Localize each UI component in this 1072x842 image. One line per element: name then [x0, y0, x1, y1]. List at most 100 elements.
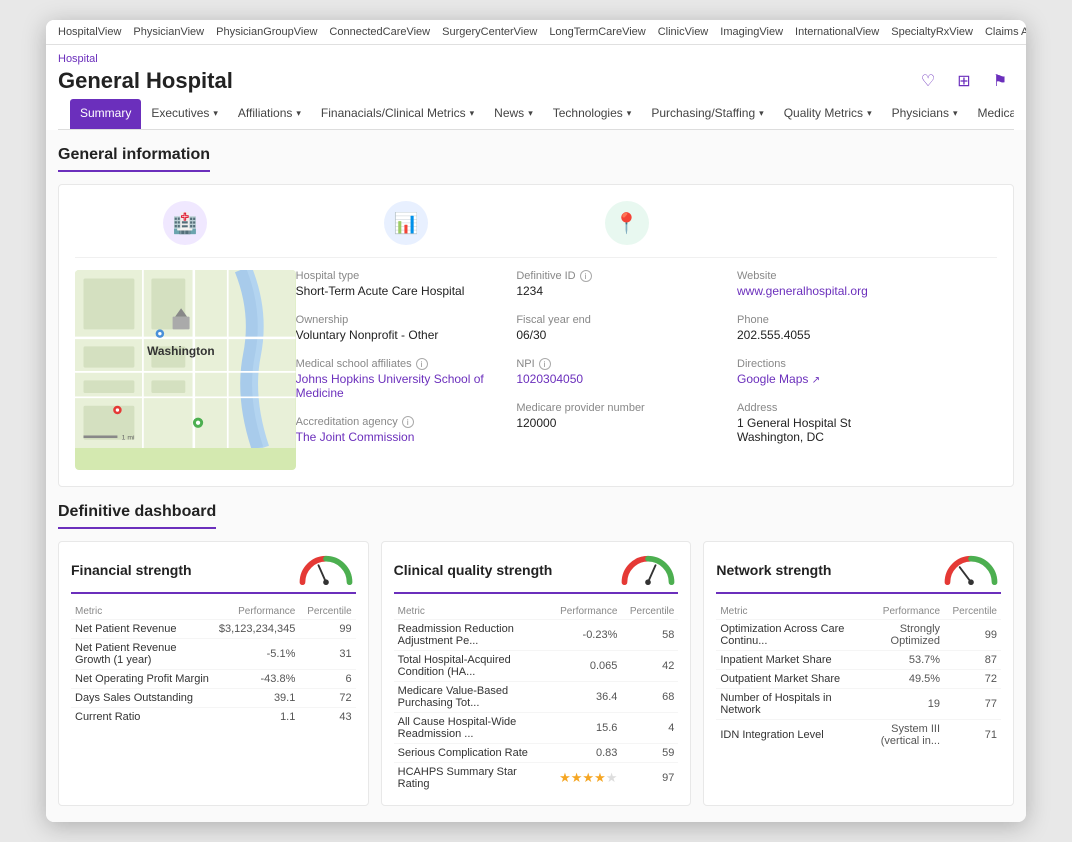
field-phone: Phone 202.555.4055	[737, 314, 997, 342]
bar-chart-icon: 📊	[384, 201, 428, 245]
value-npi[interactable]: 1020304050	[516, 372, 737, 386]
metric-cell: Total Hospital-Acquired Condition (HA...	[394, 651, 551, 682]
value-fiscal-year: 06/30	[516, 328, 737, 342]
tab-financials[interactable]: Finanacials/Clinical Metrics ▾	[311, 99, 484, 129]
table-row: Net Operating Profit Margin -43.8% 6	[71, 670, 356, 689]
value-medicare-provider: 120000	[516, 416, 737, 430]
label-phone: Phone	[737, 314, 997, 326]
field-address: Address 1 General Hospital StWashington,…	[737, 402, 997, 444]
percentile-cell: 4	[621, 713, 678, 744]
table-row: Days Sales Outstanding 39.1 72	[71, 689, 356, 708]
info-circle-icon[interactable]: i	[580, 270, 592, 282]
value-website[interactable]: www.generalhospital.org	[737, 284, 997, 298]
table-row: Readmission Reduction Adjustment Pe... -…	[394, 620, 679, 651]
field-fiscal-year: Fiscal year end 06/30	[516, 314, 737, 342]
location-pin-icon: 📍	[605, 201, 649, 245]
info-circle-icon[interactable]: i	[539, 358, 551, 370]
info-col-1: Hospital type Short-Term Acute Care Hosp…	[296, 270, 517, 444]
performance-cell: -5.1%	[215, 639, 299, 670]
col-header-percentile: Percentile	[299, 604, 355, 620]
top-nav-item[interactable]: PhysicianGroupView	[216, 26, 317, 38]
section-title-general-info: General information	[58, 146, 210, 172]
tab-physicians[interactable]: Physicians ▾	[882, 99, 968, 129]
metric-cell: Inpatient Market Share	[716, 651, 873, 670]
map-container[interactable]: Washington	[75, 270, 296, 470]
top-nav-item[interactable]: LongTermCareView	[549, 26, 645, 38]
value-address: 1 General Hospital StWashington, DC	[737, 416, 997, 444]
percentile-cell: 68	[621, 682, 678, 713]
field-directions: Directions Google Maps ↗	[737, 358, 997, 386]
top-nav-item[interactable]: SurgeryCenterView	[442, 26, 537, 38]
favorite-icon[interactable]: ♡	[914, 67, 942, 95]
table-row: Inpatient Market Share 53.7% 87	[716, 651, 1001, 670]
label-medicare-provider: Medicare provider number	[516, 402, 737, 414]
metric-cell: Outpatient Market Share	[716, 670, 873, 689]
tab-news[interactable]: News ▾	[484, 99, 543, 129]
value-directions[interactable]: Google Maps ↗	[737, 372, 997, 386]
top-nav-item[interactable]: ClinicView	[658, 26, 709, 38]
clinical-card-header: Clinical quality strength	[394, 554, 679, 594]
performance-cell: 0.065	[550, 651, 621, 682]
tab-medicare[interactable]: Medicare Claims ▾	[967, 99, 1014, 129]
metric-cell: Current Ratio	[71, 708, 215, 727]
performance-cell: 39.1	[215, 689, 299, 708]
value-medical-school[interactable]: Johns Hopkins University School of Medic…	[296, 372, 517, 400]
info-circle-icon[interactable]: i	[402, 416, 414, 428]
financial-card-header: Financial strength	[71, 554, 356, 594]
percentile-cell: 72	[299, 689, 355, 708]
performance-cell: System III (vertical in...	[873, 720, 944, 751]
performance-cell: 0.83	[550, 744, 621, 763]
table-row: Medicare Value-Based Purchasing Tot... 3…	[394, 682, 679, 713]
label-website: Website	[737, 270, 997, 282]
tab-affiliations[interactable]: Affiliations ▾	[228, 99, 311, 129]
tab-summary[interactable]: Summary	[70, 99, 141, 129]
location-icon-cell: 📍	[516, 201, 737, 245]
top-nav-item[interactable]: SpecialtyRxView	[891, 26, 973, 38]
network-metrics-table: Metric Performance Percentile Optimizati…	[716, 604, 1001, 750]
top-nav-item[interactable]: ConnectedCareView	[329, 26, 430, 38]
page-header: Hospital General Hospital ♡ ⊞ ⚑ Summary …	[46, 45, 1026, 130]
percentile-cell: 31	[299, 639, 355, 670]
svg-text:Washington: Washington	[147, 344, 215, 358]
metric-cell: Serious Complication Rate	[394, 744, 551, 763]
clinical-gauge	[618, 554, 678, 586]
percentile-cell: 77	[944, 689, 1001, 720]
general-info-section: General information 🏥 📊 📍	[58, 146, 1014, 487]
value-phone: 202.555.4055	[737, 328, 997, 342]
network-card: Network strength	[703, 541, 1014, 806]
tab-purchasing[interactable]: Purchasing/Staffing ▾	[641, 99, 773, 129]
top-nav-item[interactable]: InternationalView	[795, 26, 879, 38]
financial-card: Financial strength	[58, 541, 369, 806]
flag-icon[interactable]: ⚑	[986, 67, 1014, 95]
table-row: Current Ratio 1.1 43	[71, 708, 356, 727]
top-nav-item[interactable]: HospitalView	[58, 26, 121, 38]
breadcrumb: Hospital	[58, 53, 1014, 65]
metric-cell: HCAHPS Summary Star Rating	[394, 763, 551, 794]
header-icons: ♡ ⊞ ⚑	[914, 67, 1014, 95]
chevron-down-icon: ▾	[470, 108, 475, 119]
col-header-performance: Performance	[215, 604, 299, 620]
table-row: Optimization Across Care Continu... Stro…	[716, 620, 1001, 651]
chevron-down-icon: ▾	[528, 108, 533, 119]
top-nav-item[interactable]: PhysicianView	[133, 26, 204, 38]
info-circle-icon[interactable]: i	[416, 358, 428, 370]
tab-quality[interactable]: Quality Metrics ▾	[774, 99, 882, 129]
percentile-cell: 6	[299, 670, 355, 689]
info-col-2: Definitive ID i 1234 Fiscal year end 06/…	[516, 270, 737, 430]
label-hospital-type: Hospital type	[296, 270, 517, 282]
value-accreditation[interactable]: The Joint Commission	[296, 430, 517, 444]
star-rating: ★★★★★	[559, 770, 617, 785]
top-nav-item[interactable]: ImagingView	[720, 26, 783, 38]
tab-technologies[interactable]: Technologies ▾	[543, 99, 642, 129]
metric-cell: Net Patient Revenue	[71, 620, 215, 639]
dashboard-grid: Financial strength	[58, 541, 1014, 806]
sub-navigation: Summary Executives ▾ Affiliations ▾ Fina…	[58, 99, 1014, 130]
top-nav-item[interactable]: Claims Analytics	[985, 26, 1026, 38]
export-icon[interactable]: ⊞	[950, 67, 978, 95]
metric-cell: Number of Hospitals in Network	[716, 689, 873, 720]
info-col-3: Website www.generalhospital.org Phone 20…	[737, 270, 997, 444]
main-content: General information 🏥 📊 📍	[46, 130, 1026, 822]
tab-executives[interactable]: Executives ▾	[141, 99, 228, 129]
col-header-percentile: Percentile	[944, 604, 1001, 620]
chart-icon-cell: 📊	[296, 201, 517, 245]
